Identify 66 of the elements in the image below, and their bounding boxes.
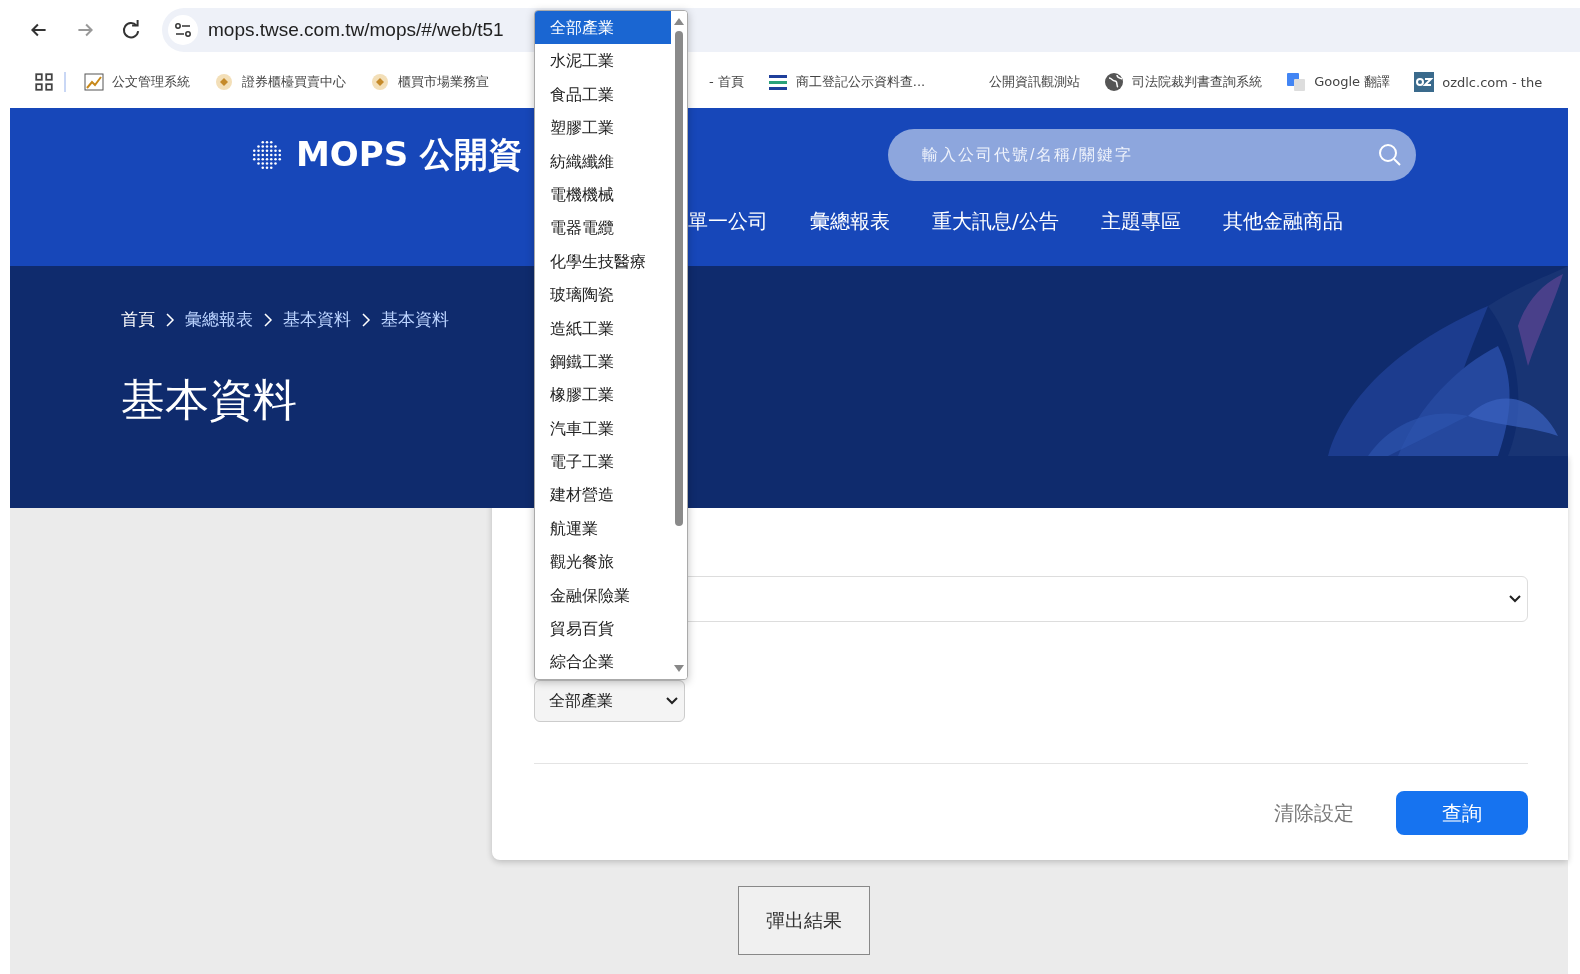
bookmark[interactable]: - 首頁 (709, 73, 744, 91)
dropdown-option[interactable]: 汽車工業 (535, 411, 671, 446)
site-logo[interactable]: MOPS 公開資 (296, 132, 520, 178)
dropdown-option[interactable]: 航運業 (535, 511, 671, 546)
search-field[interactable]: 輸入公司代號/名稱/關鍵字 (888, 129, 1416, 181)
breadcrumb-link[interactable]: 基本資料 (381, 308, 449, 331)
scrollbar-thumb[interactable] (675, 31, 683, 526)
breadcrumb-link[interactable]: 首頁 (121, 308, 155, 331)
breadcrumb-link[interactable]: 基本資料 (283, 308, 351, 331)
search-input[interactable]: 輸入公司代號/名稱/關鍵字 (920, 145, 1378, 165)
nav-link[interactable]: 單一公司 (688, 208, 768, 235)
dropdown-option[interactable]: 塑膠工業 (535, 111, 671, 145)
bars-icon (767, 72, 788, 92)
oz-logo-icon (1414, 72, 1435, 92)
nav-link[interactable]: 其他金融商品 (1222, 208, 1343, 235)
clear-button[interactable]: 清除設定 (1268, 798, 1360, 828)
coin-icon (214, 72, 234, 92)
translate-icon (1286, 72, 1307, 92)
popup-results-button[interactable]: 彈出結果 (738, 886, 870, 955)
dropdown-option[interactable]: 橡膠工業 (535, 378, 671, 412)
dropdown-option[interactable]: 綜合企業 (535, 645, 671, 679)
bookmark[interactable]: ozdlc.com - the (1414, 72, 1543, 92)
bookmark[interactable]: 櫃買市場業務宣 (370, 72, 489, 92)
dot-grid-logo-icon (250, 138, 284, 172)
query-button[interactable]: 查詢 (1396, 791, 1528, 835)
dropdown-option[interactable]: 建材營造 (535, 478, 671, 512)
nav-link[interactable]: 主題專區 (1100, 208, 1181, 235)
apps-icon[interactable] (34, 72, 54, 92)
dropdown-option[interactable]: 全部產業 (535, 11, 671, 45)
industry-select[interactable]: 全部產業 (534, 680, 685, 722)
dropdown-option[interactable]: 食品工業 (535, 77, 671, 112)
dropdown-option[interactable]: 紡織纖維 (535, 144, 671, 178)
caret-icon (1509, 595, 1521, 603)
bookmark[interactable]: 司法院裁判書查詢系統 (1104, 72, 1263, 92)
page-title: 基本資料 (121, 373, 297, 427)
nav-link[interactable]: 重大訊息/公告 (932, 208, 1059, 235)
dropdown-option[interactable]: 造紙工業 (535, 311, 671, 345)
dropdown-option[interactable]: 化學生技醫療 (535, 244, 671, 279)
search-icon[interactable] (1378, 143, 1402, 167)
coin-icon (370, 72, 390, 92)
breadcrumb-link[interactable]: 彙總報表 (185, 308, 253, 331)
dropdown-option[interactable]: 金融保險業 (535, 578, 671, 613)
dropdown-option[interactable]: 貿易百貨 (535, 612, 671, 646)
dropdown-option[interactable]: 電機機械 (535, 177, 671, 212)
nav-link[interactable]: 彙總報表 (810, 208, 890, 235)
dropdown-option[interactable]: 電子工業 (535, 445, 671, 479)
dropdown-option[interactable]: 鋼鐵工業 (535, 344, 671, 379)
bookmark[interactable]: Google 翻譯 (1286, 72, 1391, 92)
bookmark[interactable]: 證券櫃檯買賣中心 (214, 72, 346, 92)
site-settings-icon[interactable] (168, 15, 198, 45)
chevron-right-icon (165, 311, 175, 328)
dropdown-option[interactable]: 玻璃陶瓷 (535, 278, 671, 312)
dropdown-option[interactable]: 觀光餐旅 (535, 545, 671, 579)
chevron-right-icon (263, 311, 273, 328)
dropdown-option[interactable]: 電器電纜 (535, 211, 671, 245)
scroll-down-icon[interactable] (674, 665, 684, 673)
caret-icon (666, 697, 678, 705)
scroll-up-icon[interactable] (674, 17, 684, 25)
chevron-right-icon (361, 311, 371, 328)
bookmark[interactable]: 公文管理系統 (84, 72, 190, 92)
reload-icon[interactable] (120, 19, 142, 41)
chart-image-icon (84, 72, 104, 92)
scrollbar[interactable] (671, 11, 687, 679)
globe-icon (1104, 72, 1125, 92)
bookmark[interactable]: 公開資訊觀測站 (989, 73, 1081, 91)
bookmark[interactable]: 商工登記公示資料查... (767, 72, 926, 92)
